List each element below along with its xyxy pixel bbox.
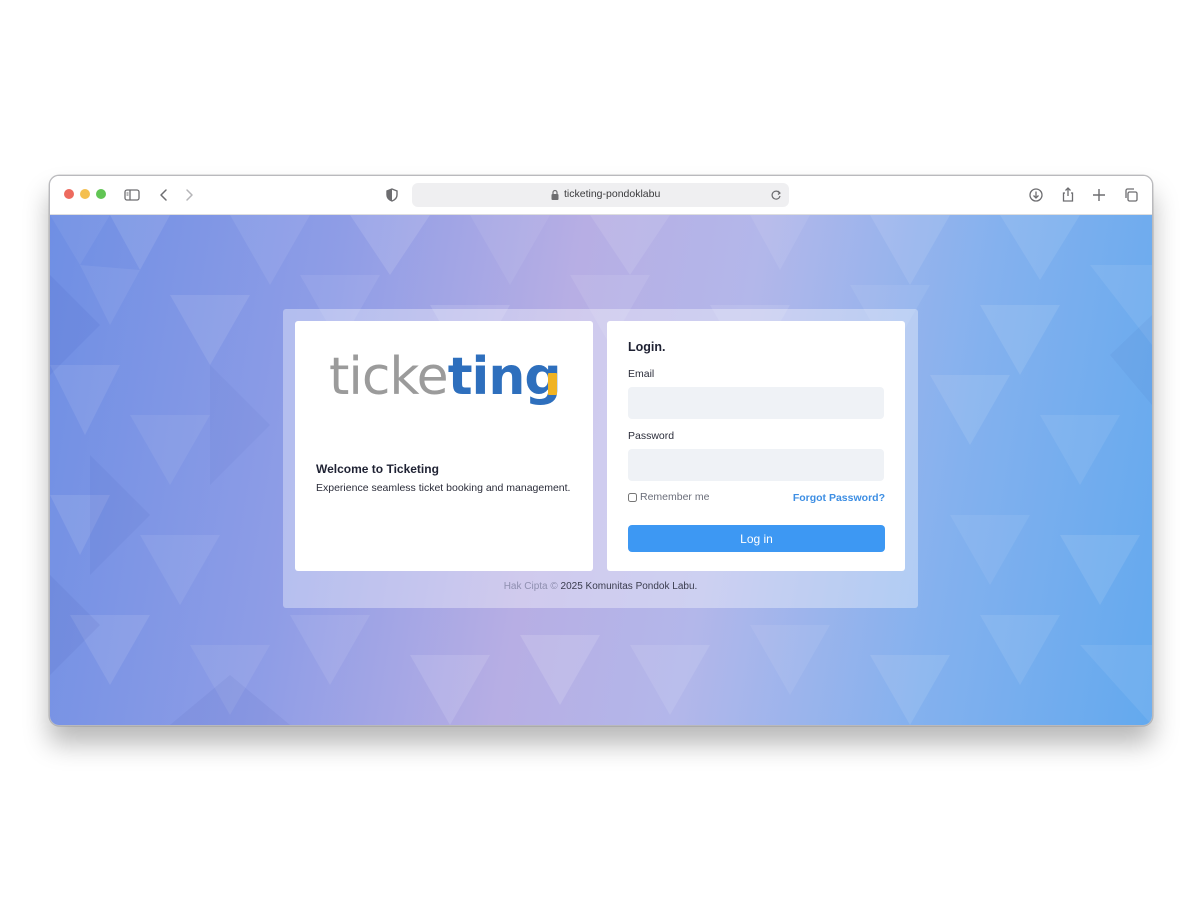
remember-label: Remember me [640, 491, 710, 503]
url-text: ticketing-pondoklabu [564, 188, 661, 200]
login-title: Login. [628, 340, 666, 354]
tabs-icon[interactable] [1121, 185, 1141, 205]
browser-window: ticketing-pondoklabu ticketing Welcome t… [49, 175, 1153, 726]
back-icon[interactable] [154, 185, 174, 205]
footer: Hak Cipta © 2025 Komunitas Pondok Labu. [283, 581, 918, 592]
shield-icon[interactable] [382, 185, 402, 205]
sidebar-icon[interactable] [122, 185, 142, 205]
password-label: Password [628, 430, 675, 442]
welcome-card: ticketing Welcome to Ticketing Experienc… [295, 321, 593, 571]
password-field[interactable] [628, 449, 884, 481]
login-button[interactable]: Log in [628, 525, 885, 552]
forgot-password-link[interactable]: Forgot Password? [793, 492, 885, 504]
address-bar[interactable]: ticketing-pondoklabu [412, 183, 789, 207]
remember-me[interactable]: Remember me [628, 491, 709, 503]
ticketing-logo: ticketing [329, 347, 562, 407]
ticket-tag-icon [548, 373, 557, 395]
share-icon[interactable] [1058, 185, 1078, 205]
lock-icon [550, 188, 560, 202]
forward-icon[interactable] [179, 185, 199, 205]
download-icon[interactable] [1026, 185, 1046, 205]
page-content: ticketing Welcome to Ticketing Experienc… [50, 215, 1152, 725]
copyright-text: 2025 Komunitas Pondok Labu. [560, 581, 698, 592]
email-label: Email [628, 368, 655, 380]
zoom-window-button[interactable] [96, 189, 106, 199]
email-field[interactable] [628, 387, 884, 419]
welcome-title: Welcome to Ticketing [316, 462, 439, 476]
close-window-button[interactable] [64, 189, 74, 199]
reload-icon[interactable] [767, 186, 785, 204]
copyright-prefix: Hak Cipta © [503, 581, 558, 592]
login-card: Login. Email Password Remember me Forgot… [607, 321, 905, 571]
new-tab-icon[interactable] [1089, 185, 1109, 205]
remember-checkbox[interactable] [628, 492, 637, 502]
login-panel: ticketing Welcome to Ticketing Experienc… [283, 309, 918, 608]
browser-toolbar: ticketing-pondoklabu [50, 176, 1152, 215]
welcome-subtitle: Experience seamless ticket booking and m… [316, 482, 571, 494]
minimize-window-button[interactable] [80, 189, 90, 199]
